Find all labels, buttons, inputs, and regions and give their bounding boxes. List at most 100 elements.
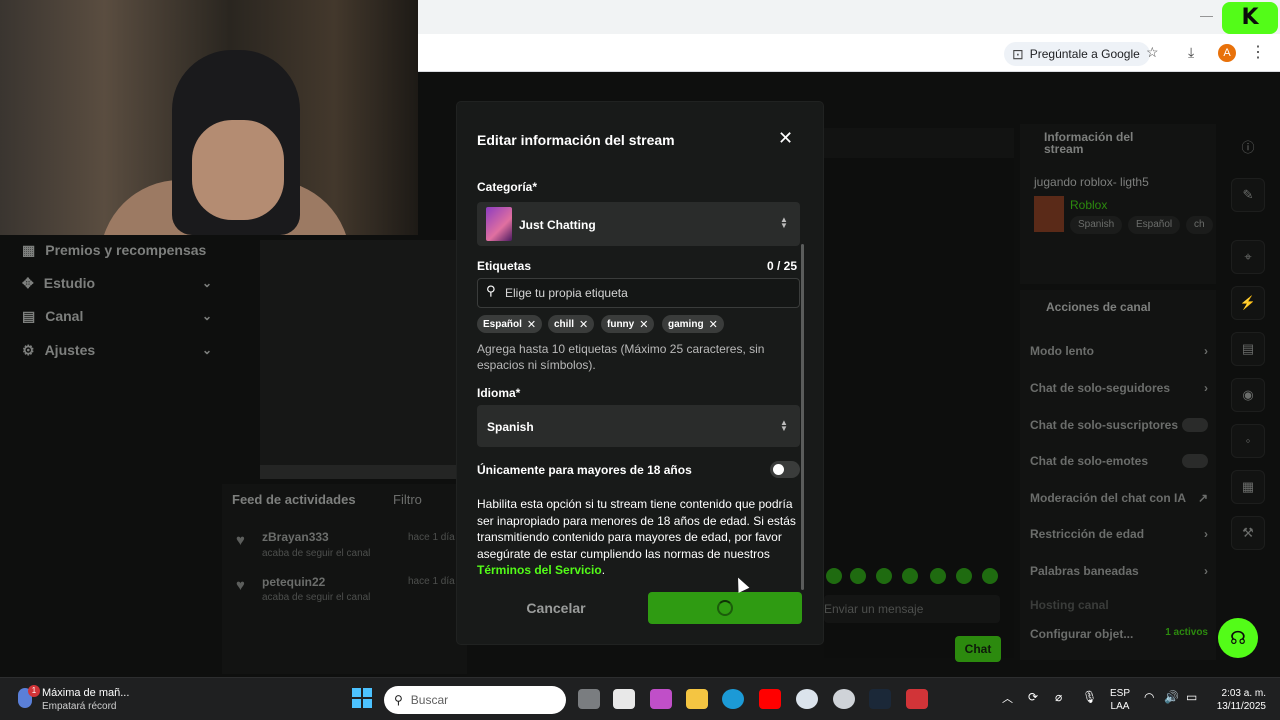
copilot-icon[interactable]	[650, 689, 672, 709]
feed-filter-button[interactable]: Filtro	[393, 492, 422, 507]
heart-icon: ♥	[236, 532, 245, 549]
webcam-overlay	[0, 0, 418, 235]
broadcast-icon[interactable]: ◦	[1231, 424, 1265, 458]
action-configure-goals[interactable]: Configurar objet... 1 activos	[1030, 627, 1208, 641]
chat-input[interactable]: Enviar un mensaje	[824, 595, 1000, 623]
wrench-icon[interactable]: ⚒	[1231, 516, 1265, 550]
chrome-browser-icon[interactable]	[796, 689, 818, 709]
windows-start-button[interactable]	[352, 688, 372, 708]
bookmark-star-icon[interactable]: ☆	[1146, 44, 1159, 61]
chevron-right-icon: ›	[1204, 527, 1208, 541]
raid-icon[interactable]: ⌖	[1231, 240, 1265, 274]
widgets-app-icon[interactable]	[613, 689, 635, 709]
feed-item-user[interactable]: zBrayan333	[262, 530, 329, 544]
remove-tag-icon[interactable]: ✕	[579, 318, 588, 331]
select-arrows-icon: ▲ ▼	[780, 418, 788, 433]
tags-help-text: Agrega hasta 10 etiquetas (Máximo 25 car…	[477, 342, 765, 372]
support-headset-button[interactable]: ☊	[1218, 618, 1258, 658]
microphone-icon[interactable]: 🎙	[1082, 690, 1097, 704]
edit-icon[interactable]: ✎	[1231, 178, 1265, 212]
emote[interactable]	[956, 568, 972, 584]
taskbar-search[interactable]: ⚲ Buscar	[384, 686, 566, 714]
terms-of-service-link[interactable]: Términos del Servicio	[477, 563, 602, 577]
widget-title[interactable]: Máxima de mañ...	[42, 687, 129, 699]
youtube-icon[interactable]	[759, 689, 781, 709]
sync-icon[interactable]: ⟳	[1028, 690, 1038, 704]
file-explorer-icon[interactable]	[686, 689, 708, 709]
network-off-icon[interactable]: ⌀	[1055, 690, 1062, 704]
feed-title: Feed de actividades	[232, 492, 356, 507]
chevron-up-icon[interactable]: ︿	[1002, 690, 1013, 706]
sidebar-item-settings[interactable]: ⚙ Ajustes ⌄	[22, 338, 212, 362]
action-banned-words[interactable]: Palabras baneadas ›	[1030, 564, 1208, 578]
wifi-icon[interactable]: ◠	[1144, 690, 1154, 704]
task-view-icon[interactable]	[578, 689, 600, 709]
emote[interactable]	[930, 568, 946, 584]
sidebar-item-rewards[interactable]: ▦ Premios y recompensas	[22, 238, 212, 262]
chat-send-button[interactable]: Chat	[955, 636, 1001, 662]
window-minimize-button[interactable]: —	[1200, 8, 1213, 23]
action-host-channel[interactable]: Hosting canal	[1030, 598, 1208, 612]
feed-item-user[interactable]: petequin22	[262, 575, 325, 589]
volume-icon[interactable]: 🔊	[1164, 690, 1179, 704]
feed-item-time: hace 1 día	[408, 532, 455, 543]
game-app-icon[interactable]	[906, 689, 928, 709]
info-tag: ch	[1186, 216, 1213, 234]
profile-avatar[interactable]: A	[1218, 44, 1236, 62]
emote[interactable]	[876, 568, 892, 584]
close-icon[interactable]: ✕	[778, 128, 793, 149]
language-indicator[interactable]: ESP LAA	[1110, 687, 1130, 713]
edge-browser-icon[interactable]	[722, 689, 744, 709]
layout-icon[interactable]: ▦	[1231, 470, 1265, 504]
battery-icon[interactable]: ▭	[1186, 690, 1197, 704]
chevron-right-icon: ›	[1204, 344, 1208, 358]
adult-only-description: Habilita esta opción si tu stream tiene …	[477, 497, 796, 577]
emote[interactable]	[850, 568, 866, 584]
remove-tag-icon[interactable]: ✕	[709, 318, 718, 331]
action-age-restriction[interactable]: Restricción de edad ›	[1030, 527, 1208, 541]
lightning-icon[interactable]: ⚡	[1231, 286, 1265, 320]
search-icon: ⚲	[486, 284, 496, 299]
action-subscribers-only[interactable]: Chat de solo-suscriptores	[1030, 418, 1208, 432]
heart-icon: ♥	[236, 577, 245, 594]
stream-title: jugando roblox- ligth5	[1034, 175, 1149, 189]
sidebar-item-studio[interactable]: ✥ Estudio ⌄	[22, 271, 212, 295]
remove-tag-icon[interactable]: ✕	[527, 318, 536, 331]
action-followers-only[interactable]: Chat de solo-seguidores ›	[1030, 381, 1208, 395]
app-icon[interactable]	[833, 689, 855, 709]
chat-bubble-icon[interactable]: ◉	[1231, 378, 1265, 412]
stream-preview	[260, 240, 460, 465]
cancel-button[interactable]: Cancelar	[477, 592, 635, 624]
action-ai-moderation[interactable]: Moderación del chat con IA ↗	[1030, 491, 1208, 505]
toggle-switch[interactable]	[1182, 418, 1208, 432]
notes-icon[interactable]: ▤	[1231, 332, 1265, 366]
action-slow-mode[interactable]: Modo lento ›	[1030, 344, 1208, 358]
gear-icon: ⚙	[22, 341, 35, 358]
external-link-icon: ↗	[1197, 491, 1208, 505]
steam-icon[interactable]	[869, 689, 891, 709]
emote[interactable]	[982, 568, 998, 584]
toggle-switch[interactable]	[1182, 454, 1208, 468]
tag-chip: gaming ✕	[662, 315, 724, 333]
sidebar-item-channel[interactable]: ▤ Canal ⌄	[22, 304, 212, 328]
category-link[interactable]: Roblox	[1070, 198, 1107, 212]
info-tag: Spanish	[1070, 216, 1123, 234]
ask-google-button[interactable]: ⊡ Pregúntale a Google	[1004, 42, 1150, 66]
feed-item-time: hace 1 día	[408, 576, 455, 587]
tags-label: Etiquetas	[477, 259, 532, 273]
preview-scrollbar[interactable]	[260, 465, 460, 479]
download-icon[interactable]: ⤓	[1188, 44, 1194, 61]
tag-input-placeholder: Elige tu propia etiqueta	[505, 286, 628, 300]
dialog-scrollbar[interactable]	[801, 244, 804, 590]
category-thumbnail	[1034, 196, 1064, 232]
action-emotes-only[interactable]: Chat de solo-emotes	[1030, 454, 1208, 468]
info-icon[interactable]: ⓘ	[1231, 132, 1265, 166]
browser-menu-icon[interactable]: ⋮	[1250, 42, 1266, 62]
system-clock[interactable]: 2:03 a. m. 13/11/2025	[1206, 687, 1266, 713]
emote[interactable]	[902, 568, 918, 584]
emote[interactable]	[826, 568, 842, 584]
channel-actions-title: Acciones de canal	[1046, 300, 1151, 314]
dialog-title: Editar información del stream	[477, 132, 675, 148]
info-tag: Español	[1128, 216, 1181, 234]
remove-tag-icon[interactable]: ✕	[639, 318, 648, 331]
